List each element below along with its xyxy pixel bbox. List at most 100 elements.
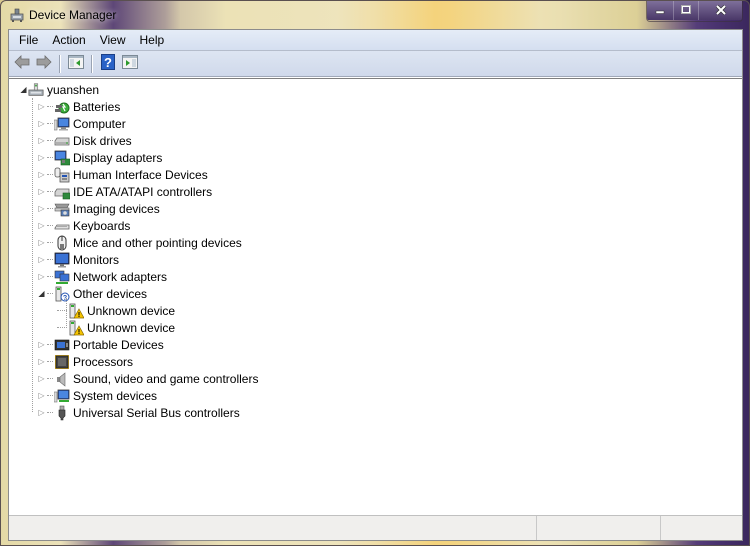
minimize-icon <box>655 4 665 18</box>
tree-connector <box>47 208 53 209</box>
tree-root-node[interactable]: ◢ yuanshen <box>19 81 99 98</box>
tree-node-category[interactable]: ▷ Display adapters <box>37 149 162 166</box>
unknown-device-warning-icon <box>68 303 84 319</box>
tree-connector <box>47 157 53 158</box>
maximize-button[interactable] <box>673 1 698 20</box>
close-button[interactable] <box>698 1 742 20</box>
tree-connector <box>47 378 53 379</box>
disk-drive-icon <box>54 133 70 149</box>
expand-arrow-icon[interactable]: ▷ <box>37 204 46 213</box>
expand-arrow-icon[interactable]: ▷ <box>37 119 46 128</box>
tree-item-label: Processors <box>73 354 134 369</box>
tree-node-category[interactable]: ▷ Human Interface Devices <box>37 166 208 183</box>
expand-arrow-icon[interactable]: ▷ <box>37 187 46 196</box>
tree-connector <box>47 344 53 345</box>
ide-controller-icon <box>54 184 70 200</box>
expand-arrow-icon[interactable]: ▷ <box>37 391 46 400</box>
tree-connector <box>47 395 53 396</box>
menu-bar: File Action View Help <box>9 30 742 51</box>
collapse-arrow-icon[interactable]: ◢ <box>37 289 46 298</box>
tree-connector <box>47 361 53 362</box>
status-pane-main <box>9 516 536 540</box>
expand-arrow-icon[interactable]: ▷ <box>37 340 46 349</box>
tree-node-category[interactable]: ▷ System devices <box>37 387 157 404</box>
tree-connector <box>47 412 53 413</box>
battery-icon <box>54 99 70 115</box>
tree-node-category[interactable]: ▷ Sound, video and game controllers <box>37 370 258 387</box>
tree-node-device[interactable]: Unknown device <box>56 319 175 336</box>
display-adapter-icon <box>54 150 70 166</box>
collapse-arrow-icon[interactable]: ◢ <box>19 85 28 94</box>
tree-item-label: Monitors <box>73 252 120 267</box>
expand-arrow-icon[interactable]: ▷ <box>37 170 46 179</box>
show-hide-action-pane-button[interactable] <box>120 54 140 74</box>
processor-icon <box>54 354 70 370</box>
tree-node-category[interactable]: ▷ Disk drives <box>37 132 131 149</box>
status-bar <box>9 515 742 540</box>
tree-node-category[interactable]: ▷ IDE ATA/ATAPI controllers <box>37 183 212 200</box>
menu-view[interactable]: View <box>93 31 133 49</box>
device-tree[interactable]: ◢ yuanshen ▷ Batteries ▷ Computer ▷ Disk drives… <box>9 78 742 514</box>
minimize-button[interactable] <box>647 1 673 20</box>
expand-arrow-icon[interactable]: ▷ <box>37 102 46 111</box>
tree-item-label: Portable Devices <box>73 337 164 352</box>
forward-button[interactable] <box>34 54 54 74</box>
tree-connector <box>47 140 53 141</box>
expand-arrow-icon[interactable]: ▷ <box>37 221 46 230</box>
close-icon <box>715 4 727 18</box>
tree-item-label: Batteries <box>73 99 121 114</box>
help-button[interactable]: ? <box>98 54 118 74</box>
tree-item-label: IDE ATA/ATAPI controllers <box>73 184 213 199</box>
expand-arrow-icon[interactable]: ▷ <box>37 153 46 162</box>
menu-action[interactable]: Action <box>45 31 92 49</box>
tree-node-category[interactable]: ▷ Monitors <box>37 251 119 268</box>
tree-node-category[interactable]: ▷ Imaging devices <box>37 200 160 217</box>
tree-node-category[interactable]: ▷ Universal Serial Bus controllers <box>37 404 240 421</box>
expand-arrow-icon[interactable]: ▷ <box>37 408 46 417</box>
back-button[interactable] <box>12 54 32 74</box>
tree-item-label: Display adapters <box>73 150 163 165</box>
tree-item-label: Imaging devices <box>73 201 160 216</box>
tree-connector <box>47 225 53 226</box>
caption-buttons <box>646 1 743 22</box>
tree-item-label: System devices <box>73 388 158 403</box>
tree-node-category[interactable]: ▷ Keyboards <box>37 217 130 234</box>
tree-connector <box>66 298 67 328</box>
menu-file[interactable]: File <box>12 31 45 49</box>
imaging-device-icon <box>54 201 70 217</box>
tree-node-category[interactable]: ▷ Computer <box>37 115 125 132</box>
window-title: Device Manager <box>29 8 117 22</box>
expand-arrow-icon[interactable]: ▷ <box>37 374 46 383</box>
expand-arrow-icon[interactable]: ▷ <box>37 272 46 281</box>
speaker-icon <box>54 371 70 387</box>
tree-node-category[interactable]: ◢? Other devices <box>37 285 147 302</box>
tree-connector <box>32 98 33 412</box>
device-manager-icon <box>9 7 25 23</box>
expand-arrow-icon[interactable]: ▷ <box>37 136 46 145</box>
tree-node-category[interactable]: ▷ Processors <box>37 353 133 370</box>
tree-node-category[interactable]: ▷ Mice and other pointing devices <box>37 234 242 251</box>
tree-connector <box>47 276 53 277</box>
menu-help[interactable]: Help <box>133 31 172 49</box>
computer-network-icon <box>28 82 44 98</box>
tree-node-category[interactable]: ▷ Portable Devices <box>37 336 164 353</box>
expand-arrow-icon[interactable]: ▷ <box>37 238 46 247</box>
tree-item-label: Sound, video and game controllers <box>73 371 259 386</box>
arrow-left-icon <box>14 55 30 72</box>
expand-arrow-icon[interactable]: ▷ <box>37 357 46 366</box>
action-pane-icon <box>122 55 138 72</box>
tree-item-label: yuanshen <box>47 82 100 97</box>
status-pane-tertiary <box>660 516 742 540</box>
title-bar[interactable]: Device Manager <box>1 1 749 29</box>
show-hide-console-tree-button[interactable] <box>66 54 86 74</box>
tree-node-device[interactable]: Unknown device <box>56 302 175 319</box>
portable-device-icon <box>54 337 70 353</box>
tree-node-category[interactable]: ▷ Batteries <box>37 98 120 115</box>
tree-node-category[interactable]: ▷ Network adapters <box>37 268 167 285</box>
tree-item-label: Human Interface Devices <box>73 167 208 182</box>
maximize-icon <box>681 4 691 18</box>
expand-arrow-icon[interactable]: ▷ <box>37 255 46 264</box>
help-icon: ? <box>101 54 115 73</box>
computer-icon <box>54 116 70 132</box>
toolbar-separator <box>59 54 61 73</box>
